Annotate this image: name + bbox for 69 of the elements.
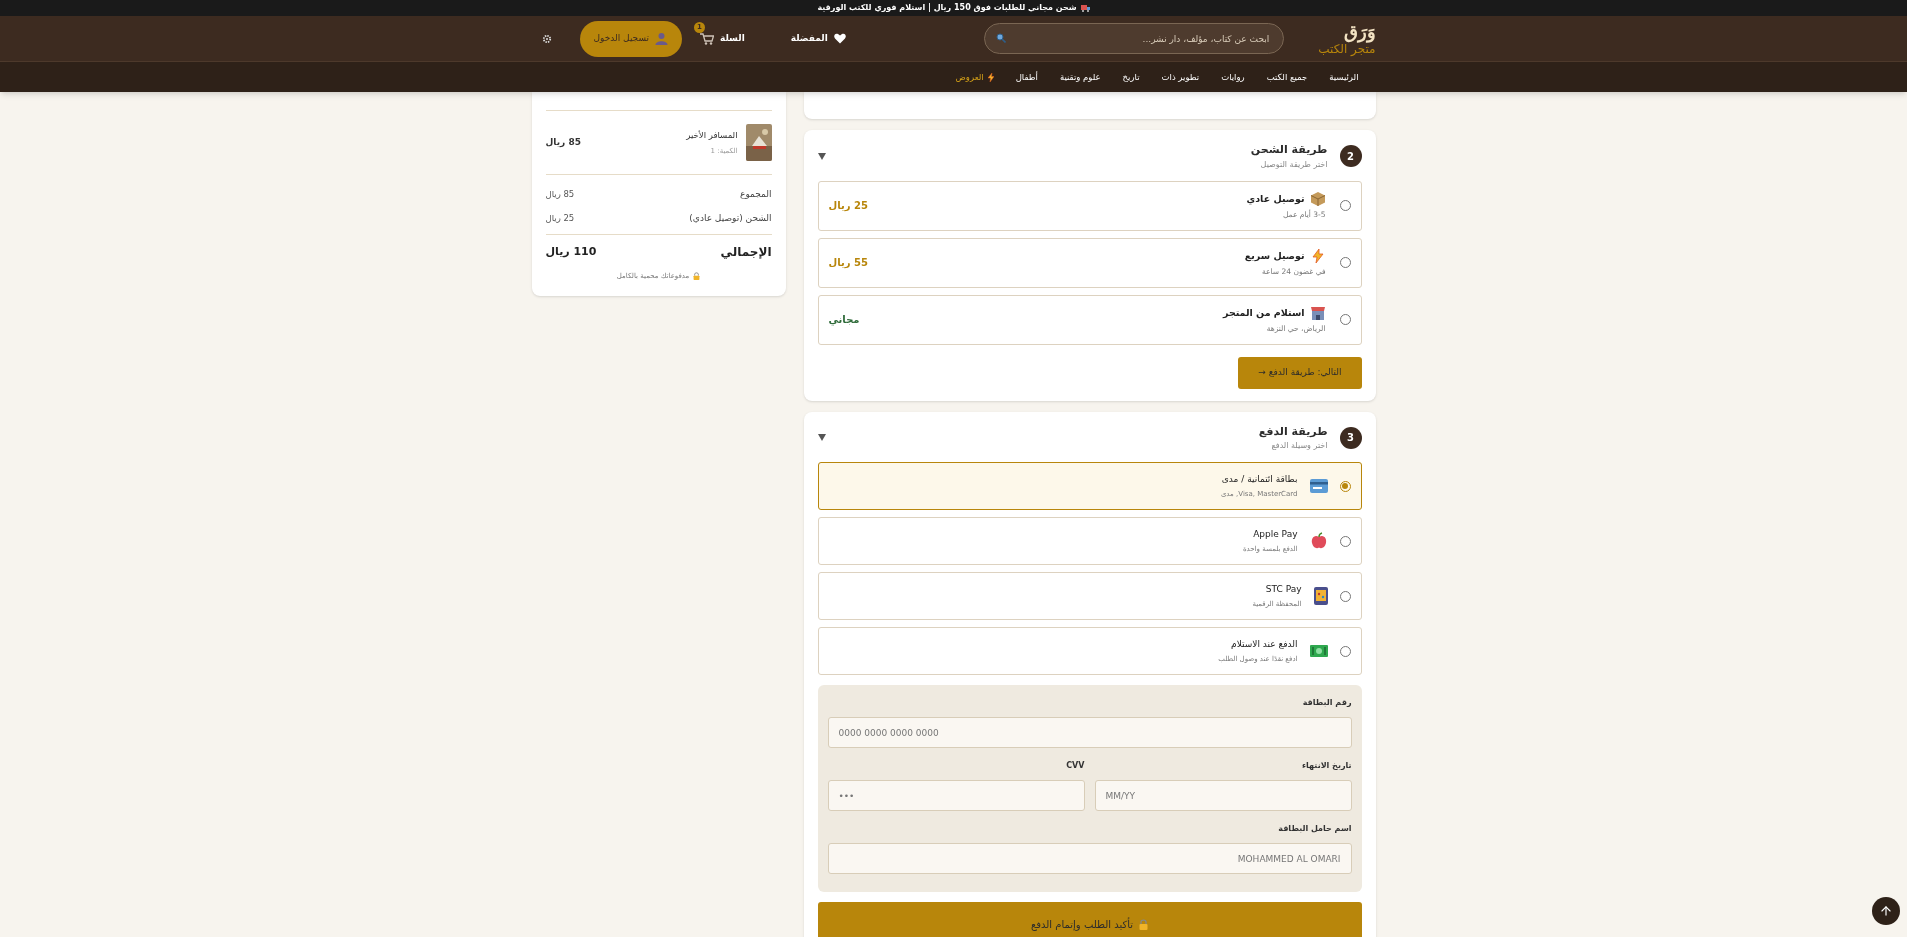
tagline: متجر الكتب	[1318, 42, 1376, 55]
cart-icon	[699, 32, 714, 45]
option-price: مجاني	[828, 313, 860, 327]
option-title: استلام من المتجر	[1222, 305, 1305, 320]
step-title: طريقة الشحن	[1250, 142, 1328, 158]
option-title: بطاقة ائتمانية / مدى	[1220, 472, 1298, 486]
item-price: 85 ريال	[545, 135, 581, 149]
settings-icon[interactable]	[541, 33, 552, 44]
total-value: 110 ريال	[545, 243, 597, 260]
confirm-button[interactable]: تأكيد الطلب وإتمام الدفع	[817, 902, 1362, 937]
option-title: Apple Pay	[1252, 527, 1298, 541]
nav-link[interactable]: الرئيسية	[1329, 70, 1359, 84]
field-label: CVV	[1065, 760, 1085, 772]
collapse-arrow-icon[interactable]	[817, 434, 826, 442]
nav-link[interactable]: جميع الكتب	[1266, 70, 1308, 84]
field-label: اسم حامل البطاقة	[1277, 823, 1352, 835]
option-title: الدفع عند الاستلام	[1230, 637, 1298, 651]
nav-link[interactable]: تاريخ	[1122, 70, 1140, 84]
lightning-icon	[987, 72, 994, 82]
truck-icon	[1080, 4, 1090, 12]
search-icon	[996, 33, 1007, 43]
step-subtitle: اختر طريقة التوصيل	[1259, 158, 1328, 171]
cash-icon	[1309, 644, 1328, 658]
summary-value: 85 ريال	[545, 188, 575, 202]
summary-label: المجموع	[740, 188, 772, 201]
option-title: توصيل عادي	[1246, 191, 1305, 206]
total-label: الإجمالي	[720, 244, 772, 261]
nav-link[interactable]: علوم وتقنية	[1059, 70, 1101, 84]
favorites-button[interactable]: المفضلة	[790, 31, 846, 46]
field-label: رقم البطاقة	[1301, 697, 1352, 709]
cart-button[interactable]: السلة	[699, 31, 745, 46]
expiry-field[interactable]: MM/YY	[1094, 780, 1352, 811]
next-button[interactable]: التالي: طريقة الدفع →	[1238, 356, 1362, 389]
cvv-field[interactable]: •••	[827, 780, 1085, 811]
nav-link[interactable]: روايات	[1221, 70, 1245, 84]
option-price: 55 ريال	[828, 256, 868, 270]
field-label: تاريخ الانتهاء	[1301, 760, 1352, 772]
item-title: المسافر الأخير	[686, 128, 738, 142]
arrow-up-icon	[1879, 904, 1893, 918]
nav-link[interactable]: تطوير ذات	[1161, 70, 1200, 84]
user-icon	[654, 32, 668, 45]
box-icon	[1309, 190, 1326, 207]
lightning-icon	[1309, 247, 1326, 264]
back-to-top-button[interactable]	[1872, 897, 1900, 925]
login-button[interactable]: تسجيل الدخول	[579, 20, 682, 57]
summary-label: الشحن (توصيل عادي)	[689, 211, 772, 225]
summary-value: 25 ريال	[545, 211, 575, 225]
option-title: STC Pay	[1264, 582, 1302, 596]
nav-link[interactable]: العروض	[955, 70, 994, 84]
nav-link[interactable]: أطفال	[1015, 70, 1038, 84]
collapse-arrow-icon[interactable]	[817, 152, 826, 160]
announcement-text: شحن مجاني للطلبات فوق 150 ريال | استلام فوري للكتب الورقية	[817, 2, 1077, 14]
step-title: طريقة الدفع	[1258, 423, 1328, 440]
card-number-field[interactable]: 0000 0000 0000 0000	[827, 717, 1352, 748]
apple-icon	[1309, 532, 1328, 550]
store-icon	[1309, 304, 1326, 321]
option-price: 25 ريال	[828, 199, 868, 213]
step-number: 2	[1339, 145, 1362, 168]
heart-icon	[833, 33, 846, 44]
cardholder-field[interactable]: MOHAMMED AL OMARI	[827, 843, 1352, 874]
option-title: توصيل سريع	[1244, 248, 1305, 263]
credit-card-icon	[1309, 479, 1328, 493]
lock-icon	[693, 272, 701, 281]
search-field[interactable]: ابحث عن كتاب، مؤلف، دار نشر...	[984, 23, 1285, 54]
step-subtitle: اختر وسيلة الدفع	[1270, 440, 1328, 452]
step-number: 3	[1339, 426, 1362, 449]
lock-icon	[1139, 918, 1149, 930]
logo[interactable]: وَرَق	[1343, 22, 1376, 41]
phone-icon	[1313, 587, 1328, 605]
